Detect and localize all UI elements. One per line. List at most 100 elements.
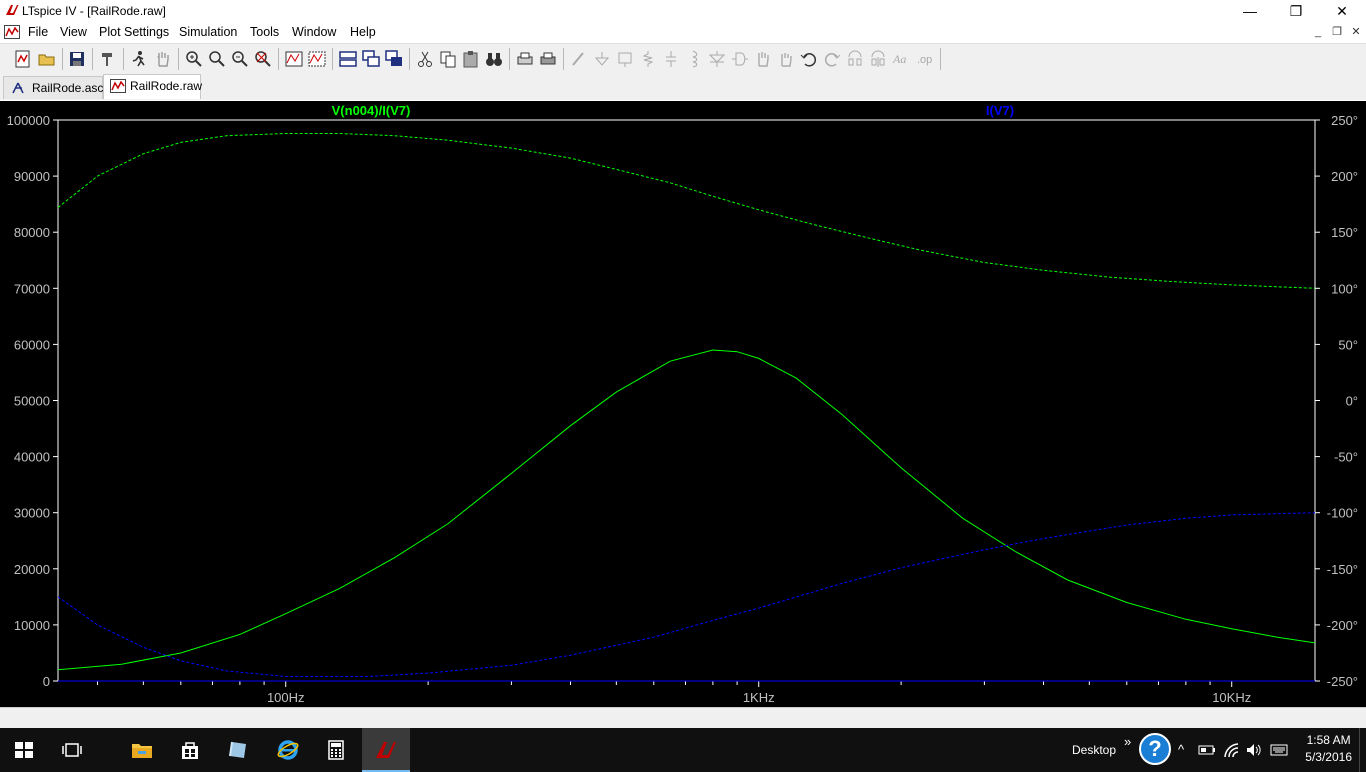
show-hidden-icons-icon[interactable]: ^ — [1178, 728, 1184, 772]
tab-railrode-raw[interactable]: RailRode.raw — [103, 74, 202, 99]
print-icon[interactable] — [538, 49, 558, 69]
diode-icon[interactable] — [707, 49, 727, 69]
document-tabs: RailRode.asc RailRode.raw — [0, 74, 1366, 100]
battery-icon[interactable] — [1198, 742, 1216, 758]
zoom-fit-icon[interactable] — [253, 49, 273, 69]
component-icon[interactable] — [730, 49, 750, 69]
x-axis-tick-label: 100Hz — [267, 690, 305, 705]
undo-icon[interactable] — [799, 49, 819, 69]
calculator-button[interactable] — [312, 728, 360, 772]
find-binoculars-icon[interactable] — [484, 49, 504, 69]
plot-frame — [57, 119, 1316, 682]
autorange-icon[interactable] — [284, 49, 304, 69]
right-axis-tick-label: -100° — [1327, 506, 1358, 521]
desktop-toolbar-label[interactable]: Desktop — [1072, 728, 1116, 772]
right-axis-tick-label: 100° — [1331, 281, 1358, 296]
toolbar-separator — [509, 48, 510, 70]
zoom-in-icon[interactable] — [184, 49, 204, 69]
ltspice-taskbar-button[interactable] — [362, 728, 410, 772]
tile-horizontal-icon[interactable] — [338, 49, 358, 69]
right-axis-tick-label: 150° — [1331, 225, 1358, 240]
title-bar: LTspice IV - [RailRode.raw] — ❐ ✕ — [0, 0, 1366, 22]
start-button[interactable] — [0, 728, 48, 772]
menu-file[interactable]: File — [28, 25, 48, 39]
move-hand-icon[interactable] — [753, 49, 773, 69]
zoom-out-icon[interactable] — [230, 49, 250, 69]
right-axis-tick-label: -250° — [1327, 674, 1358, 689]
menu-window[interactable]: Window — [292, 25, 336, 39]
run-simulation-icon[interactable] — [129, 49, 149, 69]
toolbar-separator — [409, 48, 410, 70]
drag-hand-icon[interactable] — [776, 49, 796, 69]
task-view-button[interactable] — [48, 728, 96, 772]
manual-limits-icon[interactable] — [307, 49, 327, 69]
inductor-icon[interactable] — [684, 49, 704, 69]
left-axis-tick-label: 20000 — [14, 562, 50, 577]
right-axis-tick-label: 50° — [1338, 337, 1358, 352]
save-icon[interactable] — [67, 49, 87, 69]
mdi-restore-button[interactable]: ❐ — [1327, 24, 1347, 41]
svg-text:.op: .op — [917, 54, 932, 66]
print-preview-icon[interactable] — [515, 49, 535, 69]
toolbar-separator — [123, 48, 124, 70]
store-button[interactable] — [166, 728, 214, 772]
control-panel-hammer-icon[interactable] — [98, 49, 118, 69]
halt-hand-icon[interactable] — [153, 49, 173, 69]
series-line-1 — [57, 133, 1316, 289]
internet-explorer-button[interactable] — [264, 728, 312, 772]
volume-icon[interactable] — [1245, 741, 1263, 759]
waveform-document-icon[interactable] — [4, 25, 20, 39]
wifi-icon[interactable] — [1222, 741, 1240, 759]
file-explorer-button[interactable] — [118, 728, 166, 772]
keyboard-icon[interactable] — [1270, 741, 1288, 759]
new-schematic-icon[interactable] — [13, 49, 33, 69]
help-icon[interactable]: ? — [1139, 733, 1171, 765]
spice-directive-icon[interactable]: .op — [914, 49, 934, 69]
label-net-icon[interactable] — [615, 49, 635, 69]
toolbar-separator — [278, 48, 279, 70]
ground-icon[interactable] — [592, 49, 612, 69]
mdi-close-button[interactable]: ✕ — [1346, 24, 1366, 41]
rotate-icon[interactable] — [845, 49, 865, 69]
toolbar-separator — [62, 48, 63, 70]
resistor-icon[interactable] — [638, 49, 658, 69]
menu-help[interactable]: Help — [350, 25, 376, 39]
mirror-icon[interactable] — [868, 49, 888, 69]
open-folder-icon[interactable] — [37, 49, 57, 69]
draw-wire-icon[interactable] — [569, 49, 589, 69]
toolbar: Aa .op — [0, 43, 1366, 75]
redo-icon[interactable] — [822, 49, 842, 69]
zoom-pan-icon[interactable] — [207, 49, 227, 69]
windows-logo-icon — [15, 742, 33, 758]
paste-icon[interactable] — [461, 49, 481, 69]
toolbar-expand-icon[interactable]: » — [1124, 720, 1131, 764]
minimize-button[interactable]: — — [1227, 0, 1273, 22]
left-axis-tick-label: 80000 — [14, 225, 50, 240]
ltspice-logo-icon — [376, 742, 396, 758]
cascade-icon[interactable] — [361, 49, 381, 69]
waveform-plot[interactable]: 100000 90000 80000 70000 60000 50000 40000 3000… — [0, 101, 1366, 707]
system-clock[interactable]: 1:58 AM 5/3/2016 — [1305, 732, 1352, 766]
menu-view[interactable]: View — [60, 25, 87, 39]
menu-tools[interactable]: Tools — [250, 25, 279, 39]
left-axis-tick-label: 10000 — [14, 618, 50, 633]
tile-vertical-icon[interactable] — [384, 49, 404, 69]
bode-plot-chart[interactable]: 1000009000080000700006000050000400003000… — [0, 101, 1366, 707]
menu-plot-settings[interactable]: Plot Settings — [99, 25, 169, 39]
internet-explorer-icon — [277, 740, 299, 760]
restore-button[interactable]: ❐ — [1273, 0, 1319, 22]
left-axis-tick-label: 50000 — [14, 394, 50, 409]
app-button[interactable] — [214, 728, 262, 772]
cut-icon[interactable] — [415, 49, 435, 69]
ltspice-logo-icon — [6, 5, 19, 15]
menu-simulation[interactable]: Simulation — [179, 25, 237, 39]
mdi-minimize-button[interactable]: _ — [1308, 24, 1328, 41]
toolbar-separator — [332, 48, 333, 70]
capacitor-icon[interactable] — [661, 49, 681, 69]
copy-icon[interactable] — [438, 49, 458, 69]
text-icon[interactable]: Aa — [891, 49, 911, 69]
left-axis-tick-label: 90000 — [14, 169, 50, 184]
show-desktop-button[interactable] — [1359, 728, 1366, 772]
tab-railrode-asc[interactable]: RailRode.asc — [3, 76, 103, 99]
close-button[interactable]: ✕ — [1319, 0, 1365, 22]
